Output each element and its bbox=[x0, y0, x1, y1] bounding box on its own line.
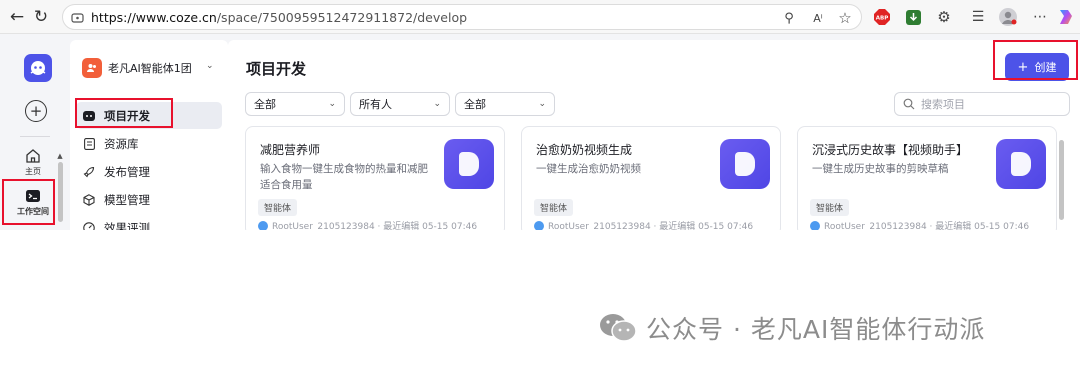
coze-logo-icon[interactable] bbox=[24, 54, 52, 82]
project-card[interactable]: 治愈奶奶视频生成 一键生成治愈奶奶视频 智能体 RootUser_2105123… bbox=[521, 126, 781, 230]
highlight-box-create bbox=[993, 40, 1078, 80]
sidebar-item-evaluation[interactable]: 效果评测 bbox=[76, 214, 222, 230]
project-card[interactable]: 减肥营养师 输入食物一键生成食物的热量和减肥适合食用量 智能体 RootUser… bbox=[245, 126, 505, 230]
main-panel: 项目开发 + 创建 全部 ⌄ 所有人 ⌄ 全部 ⌄ 减肥营养师 输入食物一键生成… bbox=[228, 40, 1080, 230]
card-type-badge: 智能体 bbox=[810, 199, 850, 216]
wechat-icon bbox=[600, 314, 637, 342]
favorites-list-icon[interactable]: ☰ bbox=[968, 7, 988, 27]
filter-status-select[interactable]: 全部 ⌄ bbox=[455, 92, 555, 116]
sidebar-item-label: 效果评测 bbox=[104, 220, 150, 231]
watermark: 公众号 · 老凡AI智能体行动派 bbox=[598, 310, 985, 346]
rocket-icon bbox=[82, 165, 96, 179]
chevron-down-icon: ⌄ bbox=[433, 99, 441, 109]
project-thumbnail-icon bbox=[996, 139, 1046, 189]
url-text: https://www.coze.cn/space/75009595124729… bbox=[91, 10, 467, 25]
card-description: 一键生成历史故事的剪映草稿 bbox=[812, 163, 949, 175]
project-thumbnail-icon bbox=[720, 139, 770, 189]
chevron-down-icon: ⌄ bbox=[328, 99, 336, 109]
search-icon bbox=[903, 98, 915, 110]
main-scrollbar[interactable] bbox=[1058, 136, 1064, 230]
more-menu-icon[interactable]: ⋯ bbox=[1030, 7, 1050, 27]
url-host: https://www.coze.cn bbox=[91, 10, 217, 25]
rail-divider bbox=[20, 136, 50, 137]
rail-item-home[interactable]: 主页 bbox=[10, 148, 56, 177]
card-meta-text: RootUser_2105123984 · 最近编辑 05-15 07:46 bbox=[272, 222, 478, 230]
cube-icon bbox=[82, 193, 96, 207]
team-name: 老凡AI智能体1团 bbox=[108, 62, 192, 75]
chevron-down-icon[interactable]: ⌄ bbox=[206, 61, 214, 71]
card-description: 一键生成治愈奶奶视频 bbox=[536, 163, 641, 175]
sidebar-item-label: 发布管理 bbox=[104, 164, 150, 179]
sidebar-item-label: 资源库 bbox=[104, 136, 139, 151]
user-avatar-icon bbox=[534, 220, 544, 230]
create-plus-icon[interactable]: + bbox=[25, 100, 47, 122]
filter-owner-value: 所有人 bbox=[359, 98, 392, 111]
filter-status-value: 全部 bbox=[464, 98, 486, 111]
sidebar-item-models[interactable]: 模型管理 bbox=[76, 186, 222, 213]
read-aloud-icon[interactable]: Aⁱ bbox=[808, 8, 828, 28]
card-description: 输入食物一键生成食物的热量和减肥适合食用量 bbox=[260, 163, 428, 191]
back-icon[interactable]: ← bbox=[6, 6, 28, 28]
sidebar-item-publish[interactable]: 发布管理 bbox=[76, 158, 222, 185]
gauge-icon bbox=[82, 221, 96, 230]
rail-scrollbar[interactable]: ▲ bbox=[57, 152, 63, 230]
card-type-badge: 智能体 bbox=[534, 199, 574, 216]
card-meta-text: RootUser_2105123984 · 最近编辑 05-15 07:46 bbox=[548, 222, 754, 230]
user-avatar-icon bbox=[258, 220, 268, 230]
highlight-box-workspace bbox=[2, 179, 55, 225]
scroll-up-icon[interactable]: ▲ bbox=[57, 152, 63, 160]
coze-app: + 主页 工作空间 ▲ 老凡AI智能体1团 ⌄ 项目开发 资源库 发布管理 模型… bbox=[0, 34, 1080, 230]
highlight-box-project-dev bbox=[75, 98, 173, 128]
library-icon bbox=[82, 137, 96, 151]
filter-type-value: 全部 bbox=[254, 98, 276, 111]
project-card[interactable]: 沉浸式历史故事【视频助手】 一键生成历史故事的剪映草稿 智能体 RootUser… bbox=[797, 126, 1057, 230]
browser-toolbar: ← ↻ https://www.coze.cn/space/7500959512… bbox=[0, 0, 1080, 34]
card-title: 治愈奶奶视频生成 bbox=[536, 143, 633, 157]
project-thumbnail-icon bbox=[444, 139, 494, 189]
rail-scroll-thumb[interactable] bbox=[57, 162, 63, 222]
user-avatar-icon bbox=[810, 220, 820, 230]
sidebar-item-library[interactable]: 资源库 bbox=[76, 130, 222, 157]
chevron-down-icon: ⌄ bbox=[538, 99, 546, 109]
refresh-icon[interactable]: ↻ bbox=[30, 6, 52, 28]
team-avatar-icon bbox=[82, 58, 102, 78]
site-info-icon[interactable] bbox=[71, 11, 84, 24]
favorite-star-icon[interactable]: ☆ bbox=[835, 8, 855, 28]
profile-avatar-icon[interactable] bbox=[998, 7, 1018, 27]
team-switcher[interactable]: 老凡AI智能体1团 bbox=[82, 58, 192, 78]
workspace-sidebar: 老凡AI智能体1团 ⌄ 项目开发 资源库 发布管理 模型管理 效果评测 bbox=[70, 40, 228, 230]
card-meta: RootUser_2105123984 · 最近编辑 05-15 07:46 bbox=[258, 219, 477, 230]
card-meta-text: RootUser_2105123984 · 最近编辑 05-15 07:46 bbox=[824, 222, 1030, 230]
zoom-icon[interactable]: ⚲ bbox=[779, 8, 799, 28]
home-icon bbox=[26, 149, 40, 163]
sidebar-item-label: 模型管理 bbox=[104, 192, 150, 207]
extensions-puzzle-icon[interactable]: ⚙ bbox=[934, 7, 954, 27]
extension-download-icon[interactable] bbox=[903, 7, 923, 27]
page-title: 项目开发 bbox=[246, 60, 307, 78]
card-type-badge: 智能体 bbox=[258, 199, 298, 216]
rail-home-label: 主页 bbox=[25, 167, 41, 176]
card-meta: RootUser_2105123984 · 最近编辑 05-15 07:46 bbox=[810, 219, 1029, 230]
watermark-text: 公众号 · 老凡AI智能体行动派 bbox=[646, 315, 986, 344]
filter-type-select[interactable]: 全部 ⌄ bbox=[245, 92, 345, 116]
card-meta: RootUser_2105123984 · 最近编辑 05-15 07:46 bbox=[534, 219, 753, 230]
search-box[interactable] bbox=[894, 92, 1070, 116]
filter-owner-select[interactable]: 所有人 ⌄ bbox=[350, 92, 450, 116]
copilot-icon[interactable] bbox=[1056, 7, 1076, 27]
url-path: /space/7500959512472911872/develop bbox=[216, 10, 468, 25]
address-bar[interactable]: https://www.coze.cn/space/75009595124729… bbox=[62, 4, 862, 30]
card-title: 减肥营养师 bbox=[260, 143, 321, 157]
search-input[interactable] bbox=[921, 97, 1061, 111]
card-title: 沉浸式历史故事【视频助手】 bbox=[812, 143, 969, 157]
adblock-icon[interactable]: ABP bbox=[872, 7, 892, 27]
svg-text:ABP: ABP bbox=[876, 16, 888, 22]
main-scroll-thumb[interactable] bbox=[1058, 140, 1064, 220]
